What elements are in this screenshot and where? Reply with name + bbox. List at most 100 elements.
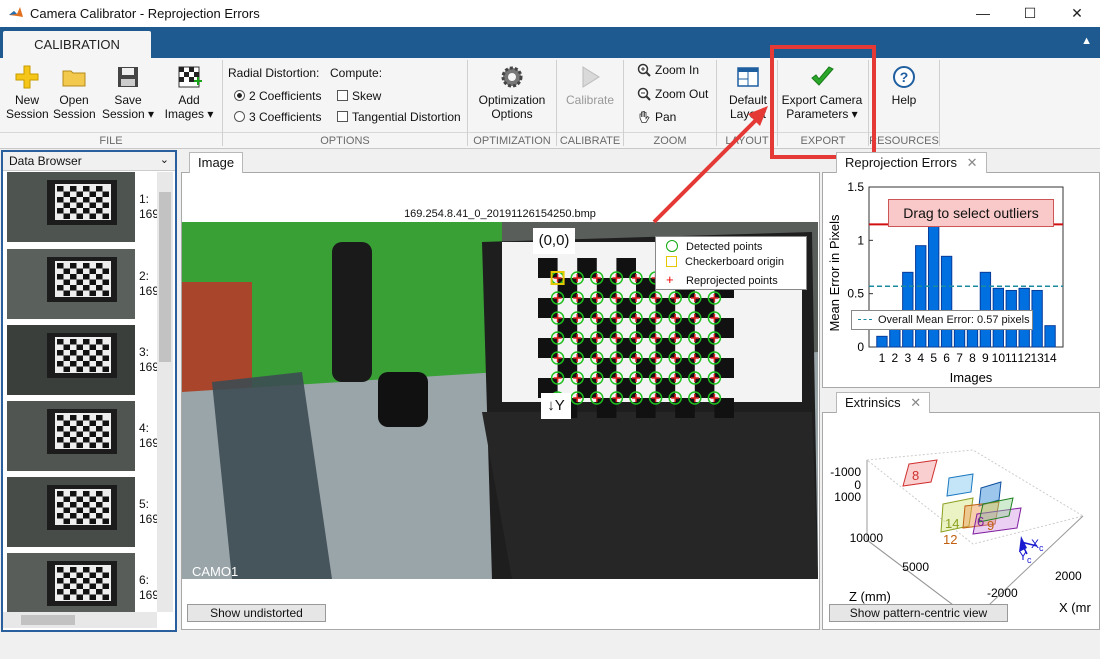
help-icon: ? [893, 66, 915, 88]
collapse-ribbon-icon[interactable]: ▲ [1081, 35, 1092, 47]
close-button[interactable]: ✕ [1054, 0, 1100, 27]
chevron-down-icon[interactable]: ⌄ [160, 153, 169, 166]
scroll-thumb[interactable] [159, 192, 171, 362]
checker-square [538, 298, 558, 318]
checker-square [577, 338, 597, 358]
list-item[interactable]: 4: 169 [7, 401, 159, 474]
checker-square [577, 298, 597, 318]
checker-square [596, 278, 617, 298]
radial-distortion-label: Radial Distortion: [228, 66, 320, 80]
radio-icon [234, 111, 245, 122]
section-file: FILE [0, 132, 222, 149]
add-images-button[interactable]: Add Images ▾ [161, 64, 217, 121]
show-undistorted-button[interactable]: Show undistorted [187, 604, 326, 622]
close-icon[interactable]: ✕ [910, 395, 921, 410]
play-icon [582, 66, 600, 88]
horizontal-scrollbar[interactable] [3, 612, 157, 628]
x-tick-label: 13 [1030, 351, 1044, 365]
radio-selected-icon [234, 90, 245, 101]
optimization-options-button[interactable]: Optimization Options [472, 64, 552, 121]
plane-label: 14 [945, 516, 959, 531]
tab-image[interactable]: Image [189, 152, 244, 173]
plane-label: 12 [943, 532, 957, 547]
axis-x-label: X [1031, 537, 1039, 551]
x-tick-label: 9 [982, 351, 989, 365]
layout-icon [737, 67, 759, 87]
tab-reprojection-errors[interactable]: Reprojection Errors ✕ [836, 152, 987, 173]
skew-checkbox[interactable]: Skew [337, 89, 381, 103]
window-title: Camera Calibrator - Reprojection Errors [30, 6, 260, 21]
list-item[interactable]: 2: 169 [7, 249, 159, 322]
minimize-button[interactable]: — [960, 0, 1006, 27]
list-item-index: 1: [139, 192, 150, 206]
zoom-out-icon [637, 87, 651, 101]
save-session-button[interactable]: Save Session ▾ [100, 64, 156, 121]
chart-x-label: Images [950, 370, 993, 385]
checker-square [636, 318, 656, 338]
checker-square [714, 318, 734, 338]
checker-square [714, 398, 734, 418]
x-tick-label: 3 [904, 351, 911, 365]
radial-2-coefficients-radio[interactable]: 2 Coefficients [234, 89, 322, 103]
export-highlight-box [770, 45, 876, 159]
checker-square [675, 398, 695, 418]
origin-label: (0,0) [533, 228, 575, 254]
checker-square [616, 298, 636, 318]
mean-error-label: Overall Mean Error: 0.57 pixels [878, 314, 1030, 326]
vertical-scrollbar[interactable] [157, 172, 173, 612]
save-icon [118, 67, 138, 87]
tangential-checkbox[interactable]: Tangential Distortion [337, 110, 461, 124]
checkbox-icon [337, 90, 348, 101]
zoom-out-button[interactable]: Zoom Out [637, 87, 708, 101]
close-icon[interactable]: ✕ [967, 155, 978, 170]
help-button[interactable]: ? Help [882, 64, 926, 107]
checker-square [557, 318, 578, 338]
list-item[interactable]: 1: 169 [7, 172, 159, 245]
bar [940, 255, 953, 348]
add-images-icon [178, 66, 202, 88]
circle-icon [666, 240, 678, 252]
tab-calibration[interactable]: CALIBRATION [3, 31, 151, 58]
z-axis-label: Z (mm) [849, 589, 891, 604]
radial-3-coefficients-radio[interactable]: 3 Coefficients [234, 110, 322, 124]
scroll-thumb[interactable] [21, 615, 75, 625]
image-thumbnail [7, 325, 135, 395]
y-tick: -1000 [830, 465, 861, 479]
save-session-label-1: Save [114, 93, 142, 107]
checkbox-icon [337, 111, 348, 122]
list-item-index: 5: [139, 497, 150, 511]
help-label: Help [891, 93, 917, 107]
optimization-label-2: Options [491, 107, 533, 121]
show-pattern-centric-view-button[interactable]: Show pattern-centric view [829, 604, 1008, 622]
square-icon [666, 256, 677, 267]
checker-square [616, 378, 636, 398]
zoom-in-icon [637, 63, 651, 77]
gear-icon [501, 66, 523, 88]
open-session-label-2: Session [53, 107, 96, 121]
svg-text:?: ? [900, 69, 909, 85]
extrinsics-3d-plot[interactable]: -1000 0 1000 10000 5000 2000 -2000 Z (mm… [823, 420, 1097, 620]
ribbon-tab-bar: CALIBRATION ▲ [0, 27, 1100, 58]
list-item[interactable]: 3: 169 [7, 325, 159, 398]
x-tick: -2000 [987, 586, 1018, 600]
checker-square [636, 398, 656, 418]
x-tick-label: 14 [1043, 351, 1057, 365]
zoom-in-button[interactable]: Zoom In [637, 63, 699, 77]
list-item[interactable]: 5: 169 [7, 477, 159, 550]
checker-square [694, 298, 715, 318]
x-tick-label: 10 [992, 351, 1006, 365]
select-outliers-button[interactable]: Drag to select outliers [888, 199, 1054, 227]
calibrate-button[interactable]: Calibrate [562, 64, 618, 107]
image-legend: Detected points Checkerboard origin + Rep… [655, 236, 807, 290]
x-tick-label: 5 [930, 351, 937, 365]
bar [1044, 325, 1056, 348]
open-session-button[interactable]: Open Session [53, 64, 96, 121]
tangential-label: Tangential Distortion [352, 110, 461, 124]
new-session-button[interactable]: New Session [6, 64, 49, 121]
maximize-button[interactable]: ☐ [1007, 0, 1053, 27]
divider [939, 60, 940, 146]
tab-extrinsics[interactable]: Extrinsics ✕ [836, 392, 931, 413]
image-thumbnail [7, 401, 135, 471]
add-images-label-2: Images ▾ [164, 107, 214, 121]
list-item-index: 4: [139, 421, 150, 435]
